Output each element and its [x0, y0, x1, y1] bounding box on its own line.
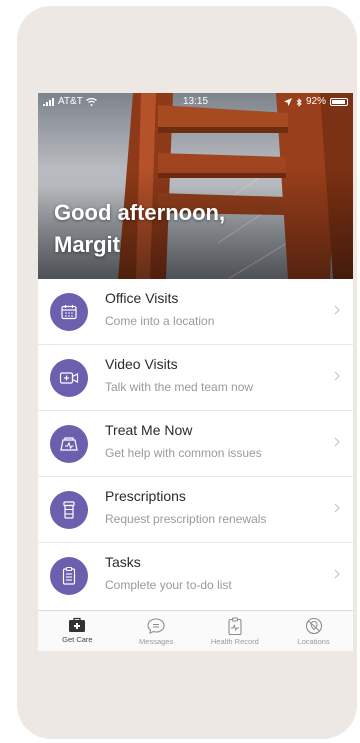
clipboard-pulse-icon	[228, 617, 242, 635]
tab-get-care[interactable]: Get Care	[38, 611, 117, 651]
tab-label: Health Record	[210, 637, 259, 646]
status-bar: AT&T 13:15 92%	[38, 93, 353, 111]
tab-messages[interactable]: Messages	[117, 611, 196, 651]
video-plus-icon	[59, 372, 79, 384]
video-visits-row[interactable]: Video Visits Talk with the med team now	[38, 345, 353, 411]
tasks-row[interactable]: Tasks Complete your to-do list	[38, 543, 353, 609]
bluetooth-icon	[296, 97, 302, 107]
hero-banner: AT&T 13:15 92% Good afternoon, Margit	[38, 93, 353, 279]
first-aid-kit-icon	[60, 437, 78, 451]
user-name: Margit	[54, 232, 120, 257]
chevron-right-icon	[334, 305, 340, 315]
row-title: Treat Me Now	[105, 422, 193, 438]
calendar-icon	[61, 305, 77, 320]
greeting-line: Good afternoon,	[54, 200, 226, 225]
tab-label: Get Care	[62, 635, 93, 644]
tab-health-record[interactable]: Health Record	[196, 611, 275, 651]
row-subtitle: Get help with common issues	[105, 446, 262, 460]
chevron-right-icon	[334, 503, 340, 513]
row-subtitle: Request prescription renewals	[105, 512, 267, 526]
tab-label: Messages	[139, 637, 174, 646]
phone-screen: AT&T 13:15 92% Good afternoon, Margit Of…	[38, 93, 353, 651]
row-subtitle: Come into a location	[105, 314, 215, 328]
tab-bar: Get Care Messages Health Record Location…	[38, 610, 353, 651]
treat-me-now-row[interactable]: Treat Me Now Get help with common issues	[38, 411, 353, 477]
location-arrow-icon	[283, 98, 292, 106]
checklist-icon	[62, 566, 76, 585]
row-subtitle: Talk with the med team now	[105, 380, 254, 394]
greeting-text: Good afternoon, Margit	[54, 197, 334, 261]
chevron-right-icon	[334, 371, 340, 381]
chevron-right-icon	[334, 569, 340, 579]
battery-percent: 92%	[305, 96, 326, 107]
row-title: Prescriptions	[105, 488, 186, 504]
tab-label: Locations	[297, 637, 330, 646]
chat-bubble-icon	[147, 618, 165, 634]
map-pin-icon	[305, 617, 322, 635]
battery-icon	[330, 98, 348, 106]
row-title: Tasks	[105, 554, 141, 570]
prescriptions-row[interactable]: Prescriptions Request prescription renew…	[38, 477, 353, 543]
pill-bottle-icon	[63, 501, 75, 519]
row-title: Office Visits	[105, 290, 179, 306]
row-subtitle: Complete your to-do list	[105, 578, 232, 592]
tab-locations[interactable]: Locations	[274, 611, 353, 651]
office-visits-row[interactable]: Office Visits Come into a location	[38, 279, 353, 345]
chevron-right-icon	[334, 437, 340, 447]
row-title: Video Visits	[105, 356, 178, 372]
medical-bag-icon	[69, 617, 86, 632]
care-options-list: Office Visits Come into a location Video…	[38, 279, 353, 609]
